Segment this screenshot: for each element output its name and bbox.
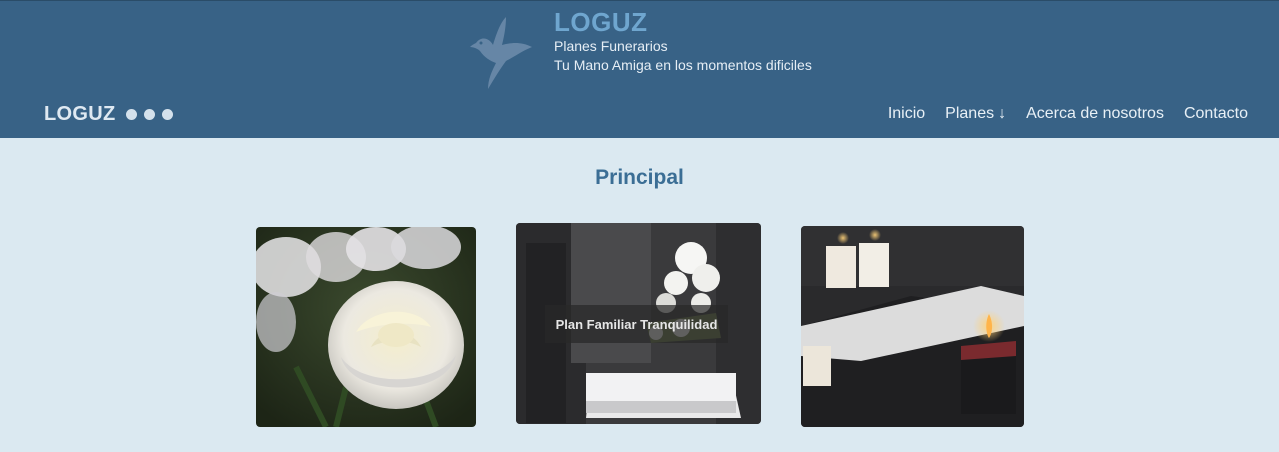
nav-item-contacto[interactable]: Contacto [1184, 105, 1248, 123]
nav-item-acerca[interactable]: Acerca de nosotros [1026, 105, 1164, 123]
main-nav: Inicio Planes ↓ Acerca de nosotros Conta… [888, 105, 1248, 123]
dove-icon [470, 17, 532, 89]
arrow-down-icon: ↓ [998, 105, 1007, 122]
page-title: Principal [595, 166, 684, 189]
site-title: LOGUZ [554, 7, 648, 37]
navbar-logo[interactable]: LOGUZ [44, 103, 173, 126]
nav-item-inicio[interactable]: Inicio [888, 105, 925, 123]
card-caption: Plan Familiar Tranquilidad [545, 305, 728, 343]
candles-image [801, 226, 1024, 427]
navbar-logo-text: LOGUZ [44, 103, 116, 125]
white-rose-image [256, 227, 476, 427]
site-subtitle-1: Planes Funerarios [554, 38, 668, 54]
brand-block[interactable]: LOGUZ Planes Funerarios Tu Mano Amiga en… [466, 7, 812, 93]
card-plan-familiar[interactable]: Plan Familiar Tranquilidad [516, 223, 761, 424]
card-candles[interactable] [801, 226, 1024, 427]
site-header: LOGUZ Planes Funerarios Tu Mano Amiga en… [0, 0, 1279, 138]
nav-item-planes[interactable]: Planes ↓ [945, 105, 1006, 123]
dots-icon [125, 109, 173, 120]
site-subtitle-2: Tu Mano Amiga en los momentos dificiles [554, 57, 812, 73]
nav-item-planes-label: Planes [945, 105, 995, 122]
card-white-rose[interactable] [256, 227, 476, 427]
